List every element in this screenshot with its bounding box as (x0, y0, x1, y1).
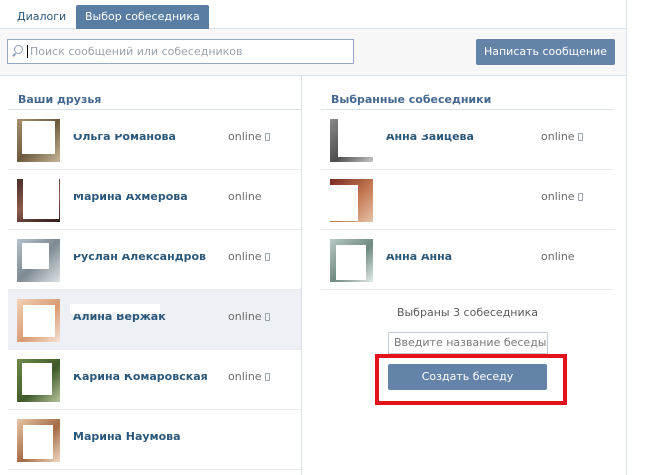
avatar (17, 239, 60, 282)
search-bar: Поиск сообщений или собеседников Написат… (0, 29, 626, 76)
friend-row[interactable]: Руслан Александров online (8, 230, 301, 290)
mobile-phone-icon (264, 253, 270, 261)
friends-heading: Ваши друзья (18, 93, 102, 106)
selected-row[interactable]: online (321, 170, 614, 230)
avatar (17, 119, 60, 162)
avatar (17, 179, 60, 222)
avatar (330, 179, 373, 222)
highlight-frame (375, 354, 567, 405)
selected-count: Выбраны 3 собеседника (396, 306, 539, 319)
friend-row[interactable]: Ольга Романова online (8, 110, 301, 170)
chat-name-input[interactable]: Введите название беседы (388, 332, 548, 354)
chat-name-placeholder: Введите название беседы (394, 336, 547, 349)
online-status: online (228, 370, 270, 383)
mobile-phone-icon (264, 313, 270, 321)
avatar (330, 119, 373, 162)
mobile-phone-icon (264, 373, 270, 381)
online-status: online (541, 250, 575, 263)
friend-row[interactable]: Карина Комаровская online (8, 350, 301, 410)
online-status: online (541, 190, 583, 203)
friend-row[interactable]: Марина Наумова (8, 410, 301, 470)
avatar (17, 359, 60, 402)
friend-row[interactable]: Марина Ахмерова online (8, 170, 301, 230)
search-input[interactable]: Поиск сообщений или собеседников (7, 39, 354, 64)
tab-choose-contact[interactable]: Выбор собеседника (76, 5, 209, 29)
tab-bar: Диалоги Выбор собеседника (0, 0, 626, 29)
dialog-page: Диалоги Выбор собеседника Поиск сообщени… (0, 0, 661, 475)
avatar (17, 299, 60, 342)
page-border (626, 0, 627, 475)
avatar (17, 419, 60, 462)
selected-row[interactable]: Анна Анна online (321, 230, 614, 290)
search-placeholder: Поиск сообщений или собеседников (30, 45, 243, 58)
online-status: online (228, 190, 262, 203)
friend-row-selected[interactable]: Алина Вержак online (8, 290, 301, 350)
selected-row[interactable]: Анна Зайцева online (321, 110, 614, 170)
text-caret (27, 45, 28, 58)
online-status: online (228, 310, 270, 323)
mobile-phone-icon (264, 133, 270, 141)
write-message-button[interactable]: Написать сообщение (476, 39, 615, 65)
mobile-phone-icon (577, 133, 583, 141)
tab-dialogs[interactable]: Диалоги (8, 5, 75, 29)
selected-heading: Выбранные собеседники (331, 93, 492, 106)
search-icon (14, 45, 23, 54)
column-divider (301, 76, 302, 475)
online-status: online (228, 250, 270, 263)
online-status: online (541, 130, 583, 143)
online-status: online (228, 130, 270, 143)
avatar (330, 239, 373, 282)
mobile-phone-icon (577, 193, 583, 201)
